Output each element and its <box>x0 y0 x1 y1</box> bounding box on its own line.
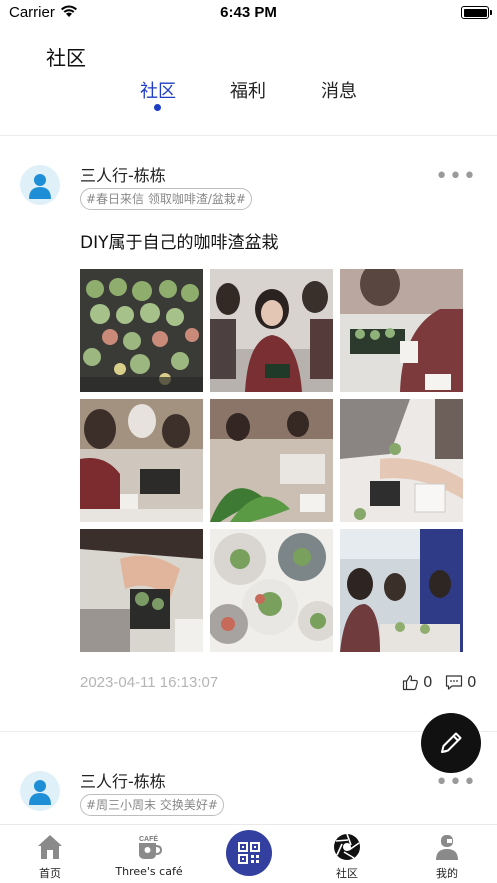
post-topic-tag[interactable]: #周三小周末 交换美好# <box>80 794 224 816</box>
pencil-icon <box>441 732 462 753</box>
tabbar-home[interactable]: 首页 <box>10 825 90 883</box>
more-options-icon[interactable]: ••• <box>435 772 477 794</box>
compose-button[interactable] <box>421 713 481 773</box>
profile-icon <box>436 835 458 860</box>
tabbar-cafe[interactable]: CAFÉ Three's café <box>109 825 189 883</box>
tabbar-label: Three's café <box>115 865 183 878</box>
post-card: 三人行-栋栋 ••• #周三小周末 交换美好# <box>0 0 497 824</box>
bottom-tab-bar: 首页 CAFÉ Three's café 社区 我的 <box>0 824 497 883</box>
tabbar-qr-button[interactable] <box>226 830 272 876</box>
tabbar-profile[interactable]: 我的 <box>407 825 487 883</box>
aperture-icon <box>334 833 360 860</box>
qr-code-icon <box>238 842 260 864</box>
tabbar-community[interactable]: 社区 <box>307 825 387 883</box>
home-icon <box>38 835 62 859</box>
tabbar-label: 社区 <box>336 867 358 880</box>
avatar[interactable] <box>20 771 60 811</box>
tabbar-label: 首页 <box>39 867 61 880</box>
tabbar-label: 我的 <box>436 867 458 880</box>
user-avatar-icon <box>29 780 51 805</box>
post-author[interactable]: 三人行-栋栋 <box>80 768 166 792</box>
svg-text:CAFÉ: CAFÉ <box>139 834 158 843</box>
cafe-cup-icon: CAFÉ <box>139 834 163 859</box>
